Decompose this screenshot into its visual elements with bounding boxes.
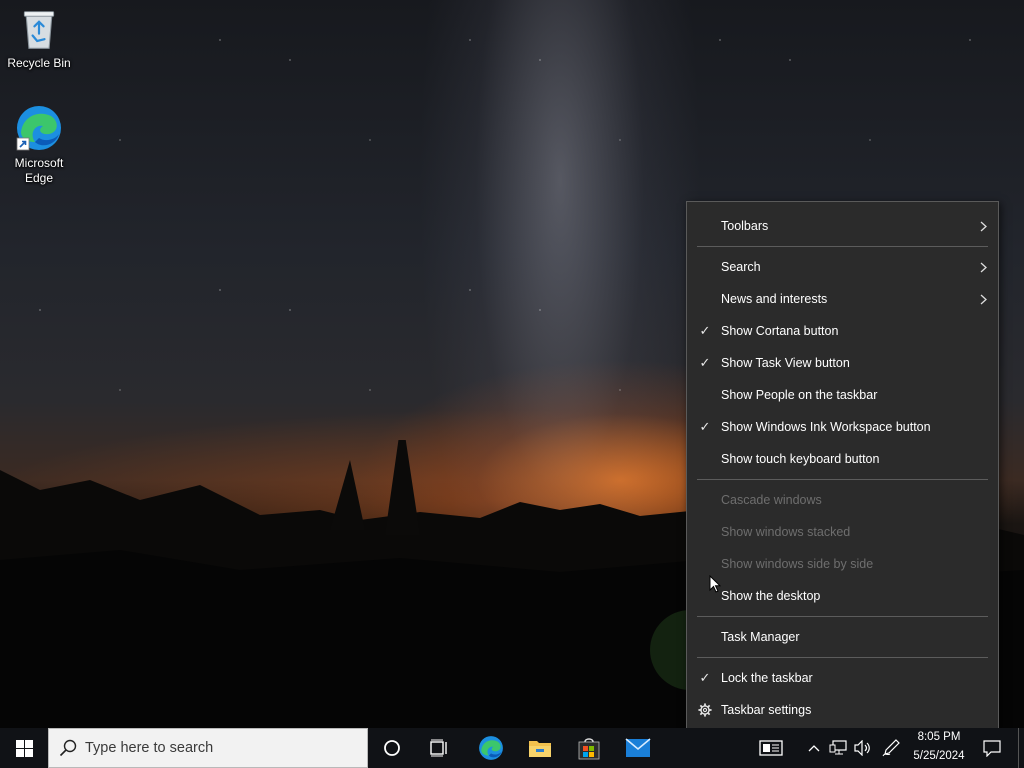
menu-item-label: Toolbars: [721, 219, 769, 233]
notification-icon: [983, 739, 1001, 757]
menu-item-show-the-desktop[interactable]: Show the desktop: [687, 580, 998, 612]
start-button[interactable]: [0, 728, 48, 768]
menu-item-label: Task Manager: [721, 630, 800, 644]
desktop-icon-label: Recycle Bin: [7, 56, 71, 70]
task-view-icon: [430, 739, 447, 757]
menu-item-label: Cascade windows: [721, 493, 822, 507]
speaker-icon: [854, 740, 870, 756]
menu-item-label: News and interests: [721, 292, 828, 306]
menu-item-label: Show windows side by side: [721, 557, 874, 571]
menu-separator: [697, 246, 988, 247]
menu-item-taskbar-settings[interactable]: Taskbar settings: [687, 694, 998, 726]
menu-item-cascade-windows: Cascade windows: [687, 484, 998, 516]
menu-item-label: Show touch keyboard button: [721, 452, 880, 466]
menu-item-label: Show windows stacked: [721, 525, 851, 539]
menu-item-show-touch-keyboard-button[interactable]: Show touch keyboard button: [687, 443, 998, 475]
search-input[interactable]: [85, 740, 345, 756]
menu-item-label: Show the desktop: [721, 589, 821, 603]
edge-icon: [16, 106, 61, 151]
menu-item-label: Show Windows Ink Workspace button: [721, 420, 931, 434]
menu-item-label: Lock the taskbar: [721, 671, 813, 685]
clock-time: 8:05 PM: [917, 731, 961, 743]
store-icon: [578, 738, 600, 760]
menu-item-lock-the-taskbar[interactable]: ✓ Lock the taskbar: [687, 662, 998, 694]
menu-item-label: Show People on the taskbar: [721, 388, 878, 402]
chevron-up-icon: [808, 745, 820, 752]
check-icon: ✓: [699, 419, 711, 434]
menu-item-task-manager[interactable]: Task Manager: [687, 621, 998, 653]
menu-separator: [697, 657, 988, 658]
desktop-icon-label: Microsoft Edge: [14, 156, 64, 185]
menu-item-show-ink-workspace-button[interactable]: ✓ Show Windows Ink Workspace button: [687, 411, 998, 443]
chevron-right-icon: [980, 262, 987, 273]
gear-icon: [698, 703, 712, 717]
menu-item-label: Taskbar settings: [721, 703, 812, 717]
menu-item-label: Show Cortana button: [721, 324, 839, 338]
menu-item-label: Show Task View button: [721, 356, 850, 370]
desktop-icon-microsoft-edge[interactable]: Microsoft Edge: [1, 104, 77, 186]
menu-item-label: Search: [721, 260, 761, 274]
menu-item-show-cortana-button[interactable]: ✓ Show Cortana button: [687, 315, 998, 347]
menu-item-show-windows-side-by-side: Show windows side by side: [687, 548, 998, 580]
pen-icon: [882, 739, 900, 757]
volume-button[interactable]: [852, 728, 874, 768]
taskbar-file-explorer-button[interactable]: [517, 728, 563, 768]
recycle-bin-icon: [23, 11, 55, 49]
mail-icon: [625, 738, 651, 757]
cortana-circle-icon: [384, 740, 400, 756]
news-icon: [759, 740, 783, 756]
task-view-button[interactable]: [418, 728, 462, 768]
check-icon: ✓: [699, 670, 711, 685]
taskbar[interactable]: 8:05 PM 5/25/2024: [0, 728, 1024, 768]
menu-item-toolbars[interactable]: Toolbars: [687, 210, 998, 242]
chevron-right-icon: [980, 221, 987, 232]
show-hidden-icons-button[interactable]: [804, 728, 824, 768]
show-desktop-strip[interactable]: [1018, 728, 1024, 768]
menu-item-search[interactable]: Search: [687, 251, 998, 283]
clock[interactable]: 8:05 PM 5/25/2024: [904, 728, 974, 768]
menu-separator: [697, 479, 988, 480]
menu-item-news-and-interests[interactable]: News and interests: [687, 283, 998, 315]
action-center-button[interactable]: [978, 728, 1006, 768]
file-explorer-icon: [529, 741, 551, 757]
chevron-right-icon: [980, 294, 987, 305]
network-button[interactable]: [827, 728, 849, 768]
taskbar-mail-button[interactable]: [615, 728, 661, 768]
desktop-icon-recycle-bin[interactable]: Recycle Bin: [1, 8, 77, 71]
clock-date: 5/25/2024: [913, 750, 965, 762]
check-icon: ✓: [699, 323, 711, 338]
windows-logo-icon: [15, 739, 33, 757]
cortana-button[interactable]: [370, 728, 414, 768]
mouse-cursor-icon: [709, 575, 721, 593]
network-icon: [829, 740, 847, 755]
menu-item-show-windows-stacked: Show windows stacked: [687, 516, 998, 548]
menu-item-show-people[interactable]: Show People on the taskbar: [687, 379, 998, 411]
news-and-interests-button[interactable]: [754, 728, 788, 768]
menu-item-show-task-view-button[interactable]: ✓ Show Task View button: [687, 347, 998, 379]
taskbar-edge-button[interactable]: [468, 728, 514, 768]
edge-icon: [479, 736, 503, 760]
taskbar-context-menu: Toolbars Search News and interests ✓ Sho…: [686, 201, 999, 734]
windows-ink-workspace-button[interactable]: [879, 728, 903, 768]
check-icon: ✓: [699, 355, 711, 370]
taskbar-search-box[interactable]: [48, 728, 368, 768]
taskbar-store-button[interactable]: [566, 728, 612, 768]
search-icon: [59, 739, 77, 757]
menu-separator: [697, 616, 988, 617]
